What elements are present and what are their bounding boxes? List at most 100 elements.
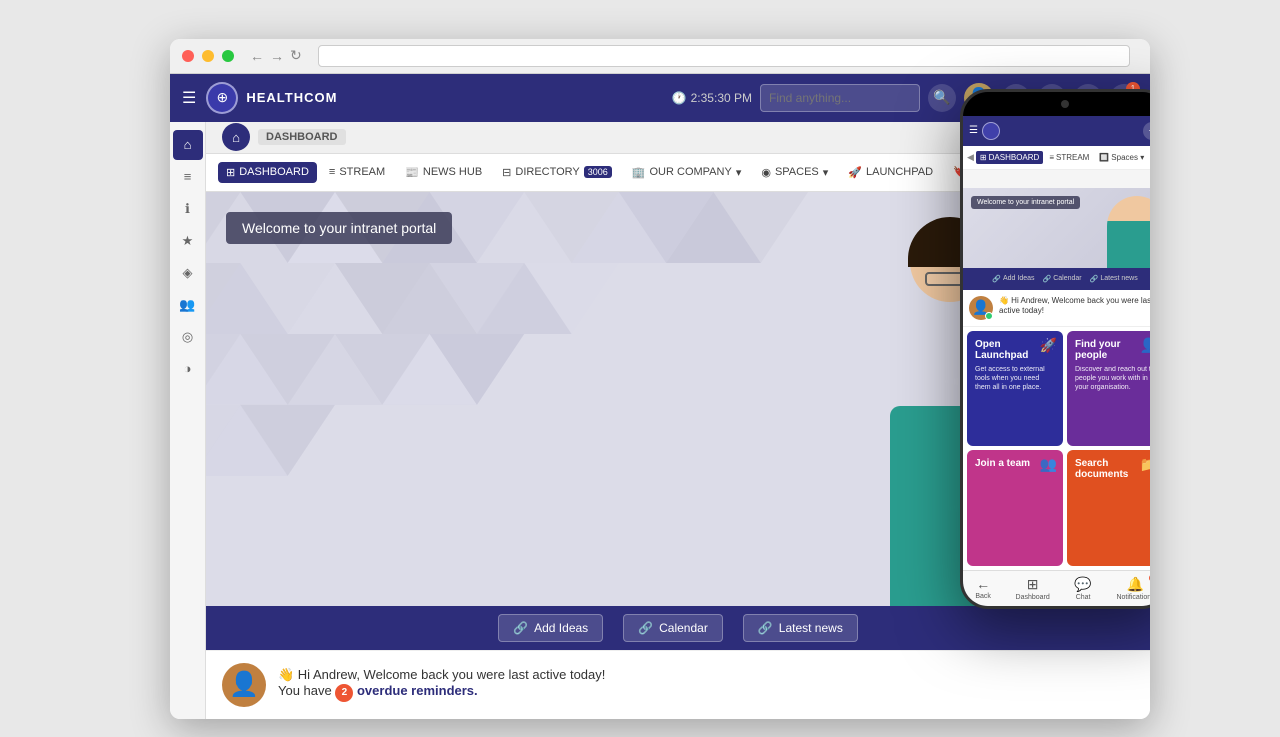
add-ideas-icon: 🔗: [513, 621, 528, 635]
welcome-message: 👋 Hi Andrew, Welcome back you were last …: [278, 667, 605, 702]
dashboard-nav-icon: ⊞: [1027, 576, 1039, 593]
phone-content: ☰ + ◀ ⊞ DASHBOARD ≡ STREAM 🔲 Spaces ▾: [963, 116, 1150, 570]
sidebar-item-list[interactable]: ≡: [173, 162, 203, 192]
phone-bottom-notifications[interactable]: 🔔 Notifications: [1116, 576, 1150, 601]
phone-action-row: 🔗 Add Ideas 🔗 Calendar 🔗 Latest news: [963, 268, 1150, 290]
phone-back-btn[interactable]: ◀: [967, 152, 974, 163]
phone-nav-stream[interactable]: ≡ STREAM: [1045, 151, 1093, 164]
browser-nav: ← → ↻: [250, 47, 302, 64]
company-icon: 🏢: [632, 166, 646, 179]
sidebar-item-home[interactable]: ⌂: [173, 130, 203, 160]
user-avatar-large: 👤: [222, 663, 266, 707]
phone-tile-search-docs[interactable]: 📁 Search documents: [1067, 450, 1150, 566]
phone-add-ideas-btn[interactable]: 🔗 Add Ideas: [992, 275, 1034, 283]
notifications-nav-icon: 🔔: [1127, 576, 1144, 593]
address-bar[interactable]: [318, 45, 1130, 67]
sidebar-item-circle[interactable]: ◎: [173, 322, 203, 352]
home-breadcrumb-icon[interactable]: ⌂: [222, 123, 250, 151]
logo-area: ⊕ HEALTHCOM: [206, 82, 337, 114]
phone-tiles: 🚀 Open Launchpad Get access to external …: [963, 327, 1150, 570]
phone-settings-row: ⚙: [963, 170, 1150, 188]
back-nav-icon: ←: [976, 576, 990, 592]
phone-tile-people[interactable]: 👤 Find your people Discover and reach ou…: [1067, 331, 1150, 447]
chat-nav-icon: 💬: [1074, 576, 1091, 593]
hamburger-icon[interactable]: ☰: [182, 88, 196, 108]
phone-nav-spaces[interactable]: 🔲 Spaces ▾: [1095, 151, 1148, 164]
close-dot[interactable]: [182, 50, 194, 62]
launchpad-tile-icon: 🚀: [1040, 337, 1057, 354]
minimize-dot[interactable]: [202, 50, 214, 62]
stream-icon: ≡: [329, 166, 335, 178]
search-docs-tile-icon: 📁: [1140, 456, 1150, 473]
phone-hamburger-icon[interactable]: ☰: [969, 125, 978, 136]
company-dropdown-icon: ▾: [736, 166, 742, 179]
phone-camera: [1061, 100, 1069, 108]
welcome-strip: 👤 👋 Hi Andrew, Welcome back you were las…: [206, 650, 1150, 719]
phone-header: ☰ +: [963, 116, 1150, 146]
phone-welcome-msg: 👤 👋 Hi Andrew, Welcome back you were las…: [963, 290, 1150, 327]
nav-launchpad[interactable]: 🚀 LAUNCHPAD: [840, 162, 941, 183]
phone-tile-launchpad[interactable]: 🚀 Open Launchpad Get access to external …: [967, 331, 1063, 447]
add-ideas-button[interactable]: 🔗 Add Ideas: [498, 614, 603, 642]
nav-newshub[interactable]: 📰 NEWS HUB: [397, 162, 490, 183]
overdue-count-badge: 2: [335, 684, 353, 702]
clock-icon: 🕐: [672, 91, 687, 105]
nav-company[interactable]: 🏢 OUR COMPANY ▾: [624, 162, 750, 183]
phone-device: ☰ + ◀ ⊞ DASHBOARD ≡ STREAM 🔲 Spaces ▾: [960, 89, 1150, 609]
phone-bottom-chat[interactable]: 💬 Chat: [1074, 576, 1091, 601]
people-tile-icon: 👤: [1140, 337, 1150, 354]
app-logo: ⊕: [206, 82, 238, 114]
maximize-dot[interactable]: [222, 50, 234, 62]
nav-dashboard[interactable]: ⊞ DASHBOARD: [218, 162, 317, 183]
phone-user-avatar: 👤: [969, 296, 993, 320]
join-team-tile-icon: 👥: [1040, 456, 1057, 473]
sidebar-item-half[interactable]: ◑: [173, 354, 203, 384]
spaces-icon: ◉: [761, 166, 771, 179]
latest-news-button[interactable]: 🔗 Latest news: [743, 614, 858, 642]
phone-welcome-badge: Welcome to your intranet portal: [971, 196, 1080, 209]
nav-stream[interactable]: ≡ STREAM: [321, 162, 393, 182]
greeting-text: 👋 Hi Andrew, Welcome back you were last …: [278, 667, 605, 683]
spaces-dropdown-icon: ▾: [823, 166, 829, 179]
phone-bottom-dashboard[interactable]: ⊞ Dashboard: [1016, 576, 1050, 601]
phone-tile-join-team[interactable]: 👥 Join a team: [967, 450, 1063, 566]
phone-logo: [982, 122, 1000, 140]
phone-calendar-btn[interactable]: 🔗 Calendar: [1043, 275, 1082, 283]
dashboard-icon: ⊞: [226, 166, 235, 179]
browser-window: ← → ↻ ☰ ⊕ HEALTHCOM 🕐 2:35:30 PM 🔍 👤 + 🔗: [170, 39, 1150, 719]
breadcrumb-label: DASHBOARD: [258, 129, 346, 145]
reload-icon[interactable]: ↻: [290, 47, 302, 64]
news-icon: 📰: [405, 166, 419, 179]
phone-latest-news-btn[interactable]: 🔗 Latest news: [1090, 275, 1138, 283]
calendar-icon: 🔗: [638, 621, 653, 635]
forward-arrow-icon[interactable]: →: [270, 48, 284, 64]
header-time: 🕐 2:35:30 PM: [672, 91, 752, 105]
app-title: HEALTHCOM: [246, 90, 337, 105]
overdue-message: You have 2 overdue reminders.: [278, 683, 605, 702]
phone-greeting-text: 👋 Hi Andrew, Welcome back you were last …: [999, 296, 1150, 317]
online-indicator: [985, 312, 993, 320]
search-button[interactable]: 🔍: [928, 84, 956, 112]
global-search-input[interactable]: [760, 84, 920, 112]
nav-spaces[interactable]: ◉ SPACES ▾: [753, 162, 836, 183]
phone-hero: Welcome to your intranet portal: [963, 188, 1150, 268]
sidebar-item-people[interactable]: 👥: [173, 290, 203, 320]
directory-badge: 3006: [584, 166, 612, 178]
calendar-button[interactable]: 🔗 Calendar: [623, 614, 723, 642]
phone-bottom-nav: ← Back ⊞ Dashboard 💬 Chat 🔔 Notification…: [963, 570, 1150, 606]
back-arrow-icon[interactable]: ←: [250, 48, 264, 64]
phone-nav-dashboard[interactable]: ⊞ DASHBOARD: [976, 151, 1043, 164]
sidebar-item-info[interactable]: ℹ: [173, 194, 203, 224]
sidebar: ⌂ ≡ ℹ ★ ◈ 👥 ◎ ◑: [170, 122, 206, 719]
browser-chrome: ← → ↻: [170, 39, 1150, 74]
latest-news-icon: 🔗: [758, 621, 773, 635]
nav-directory[interactable]: ⊟ DIRECTORY 3006: [494, 162, 620, 183]
phone-bottom-back[interactable]: ← Back: [975, 576, 991, 600]
phone-add-button[interactable]: +: [1143, 122, 1150, 140]
sidebar-item-bookmark[interactable]: ◈: [173, 258, 203, 288]
action-bar: 🔗 Add Ideas 🔗 Calendar 🔗 Latest news: [206, 606, 1150, 650]
launchpad-icon: 🚀: [848, 166, 862, 179]
hero-welcome-badge: Welcome to your intranet portal: [226, 212, 452, 244]
sidebar-item-star[interactable]: ★: [173, 226, 203, 256]
directory-icon: ⊟: [502, 166, 511, 179]
